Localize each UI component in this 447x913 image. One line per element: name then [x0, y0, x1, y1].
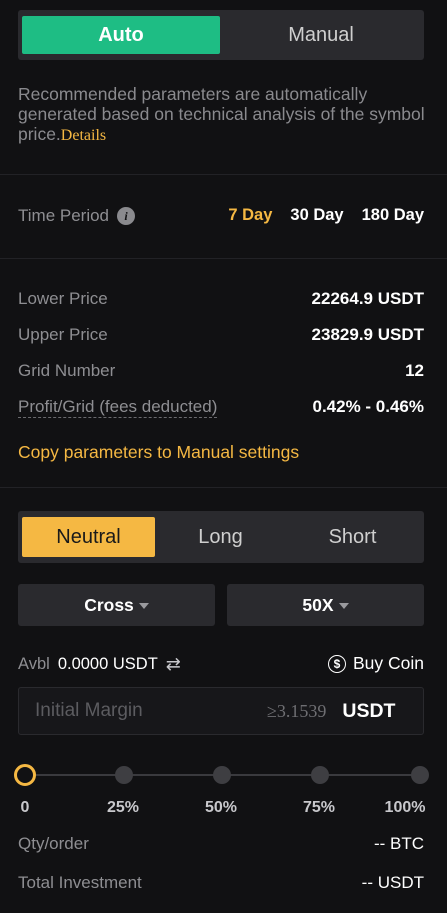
dollar-icon: $ — [327, 654, 346, 673]
time-period-label: Time Period i — [18, 206, 136, 226]
manual-mode-button[interactable]: Manual — [222, 16, 420, 54]
grid-number-row: Grid Number 12 — [18, 361, 424, 381]
margin-mode-value: Cross — [84, 594, 134, 615]
lower-price-label: Lower Price — [18, 289, 108, 308]
minimum-margin: ≥3.1539 — [267, 700, 327, 721]
neutral-button[interactable]: Neutral — [22, 517, 155, 557]
divider — [0, 487, 447, 488]
slider-label-25: 25% — [106, 799, 140, 816]
copy-parameters-link[interactable]: Copy parameters to Manual settings — [18, 442, 299, 463]
profit-grid-row: Profit/Grid (fees deducted) 0.42% - 0.46… — [18, 397, 424, 418]
initial-margin-field: ≥3.1539 USDT — [18, 687, 424, 735]
upper-price-row: Upper Price 23829.9 USDT — [18, 325, 424, 345]
slider-label-75: 75% — [302, 799, 336, 816]
slider-label-100: 100% — [384, 799, 426, 816]
time-period-180day[interactable]: 180 Day — [362, 206, 424, 225]
qty-order-row: Qty/order -- BTC — [18, 834, 424, 854]
time-period-30day[interactable]: 30 Day — [290, 206, 343, 225]
auto-description: Recommended parameters are automatically… — [18, 84, 428, 146]
slider-stop-50[interactable] — [213, 766, 231, 784]
buy-coin-button[interactable]: $ Buy Coin — [327, 653, 424, 674]
time-period-text: Time Period — [18, 206, 110, 225]
transfer-icon[interactable]: ⇄ — [166, 654, 181, 675]
lower-price-value: 22264.9 USDT — [311, 289, 424, 308]
grid-number-label: Grid Number — [18, 361, 116, 380]
direction-toggle: Neutral Long Short — [18, 511, 424, 563]
profit-grid-value: 0.42% - 0.46% — [312, 397, 424, 416]
lower-price-row: Lower Price 22264.9 USDT — [18, 289, 424, 309]
long-button[interactable]: Long — [154, 517, 287, 557]
profit-grid-label[interactable]: Profit/Grid (fees deducted) — [18, 397, 218, 418]
details-link[interactable]: Details — [61, 127, 106, 144]
slider-stop-100[interactable] — [411, 766, 429, 784]
slider-stop-25[interactable] — [115, 766, 133, 784]
slider-handle[interactable] — [14, 764, 36, 786]
caret-down-icon — [138, 603, 149, 609]
auto-mode-button[interactable]: Auto — [22, 16, 220, 54]
total-investment-row: Total Investment -- USDT — [18, 873, 424, 893]
upper-price-label: Upper Price — [18, 325, 108, 344]
caret-down-icon — [338, 603, 349, 609]
short-button[interactable]: Short — [286, 517, 419, 557]
mode-toggle: Auto Manual — [18, 10, 424, 60]
upper-price-value: 23829.9 USDT — [311, 325, 424, 344]
time-period-7day[interactable]: 7 Day — [228, 206, 272, 225]
divider — [0, 258, 447, 259]
qty-order-value: -- BTC — [373, 834, 424, 853]
qty-order-label: Qty/order — [18, 834, 89, 853]
slider-label-0: 0 — [20, 799, 30, 816]
slider-label-50: 50% — [204, 799, 238, 816]
total-investment-label: Total Investment — [18, 873, 142, 892]
grid-number-value: 12 — [405, 361, 424, 380]
slider-stop-75[interactable] — [311, 766, 329, 784]
buy-coin-label: Buy Coin — [352, 653, 424, 673]
available-value: 0.0000 USDT — [57, 655, 158, 673]
margin-unit: USDT — [342, 699, 396, 722]
initial-margin-input[interactable] — [19, 700, 249, 722]
total-investment-value: -- USDT — [361, 873, 424, 892]
available-label: Avbl — [18, 655, 50, 673]
available-balance: Avbl 0.0000 USDT ⇄ — [18, 654, 181, 675]
margin-mode-dropdown[interactable]: Cross — [18, 584, 215, 626]
time-period-options: 7 Day 30 Day 180 Day — [228, 206, 424, 225]
leverage-value: 50X — [302, 594, 334, 615]
divider — [0, 174, 447, 175]
leverage-dropdown[interactable]: 50X — [227, 584, 424, 626]
info-icon[interactable]: i — [117, 207, 136, 225]
